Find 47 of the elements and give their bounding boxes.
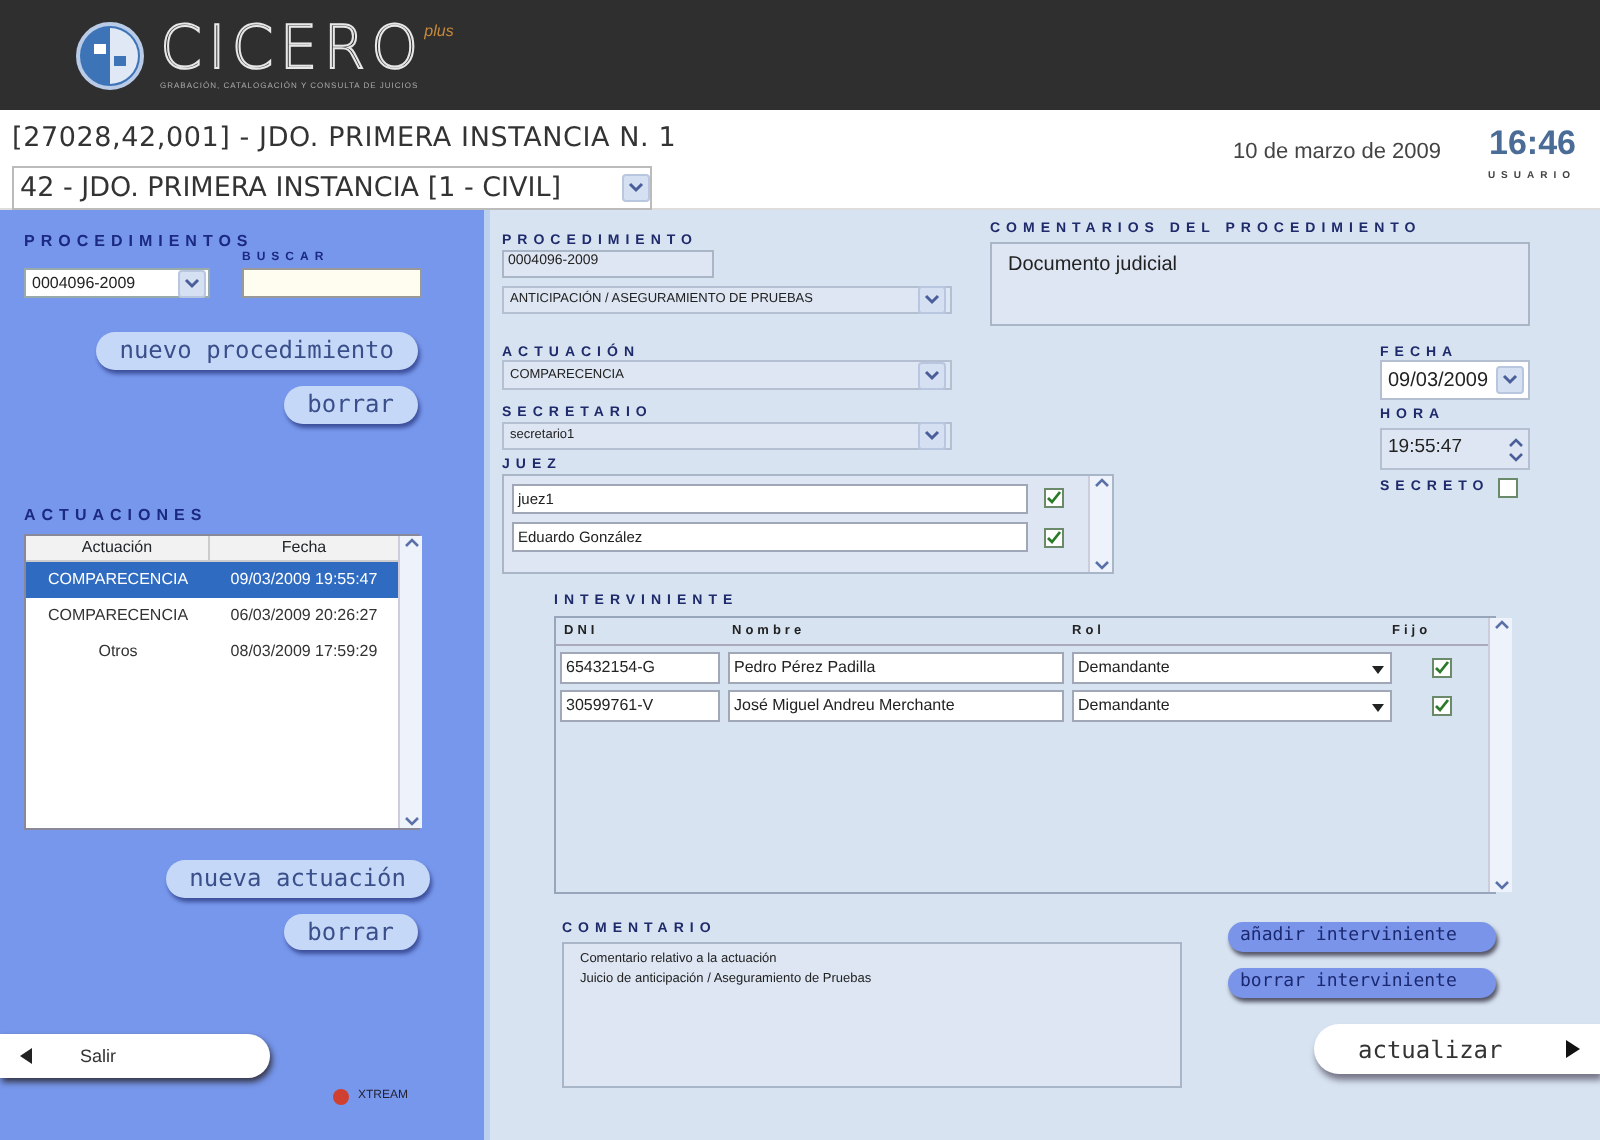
checkbox[interactable] — [1044, 488, 1064, 509]
column-header: Fecha — [279, 535, 329, 560]
add-participant-button[interactable]: añadir interviniente — [1228, 922, 1496, 953]
date-text: 10 de marzo de 2009 — [1233, 138, 1442, 168]
left-arrow-icon — [20, 1048, 32, 1065]
delete-button[interactable]: borrar — [283, 386, 418, 424]
name-field[interactable]: José Miguel Andreu Merchante — [728, 690, 1064, 723]
logo-emblem-icon — [76, 21, 144, 89]
logo-wordmark: CICERO — [160, 19, 425, 79]
role-select[interactable]: Demandante — [1072, 652, 1392, 685]
secret-checkbox[interactable] — [1497, 478, 1518, 499]
dni-field[interactable]: 30599761-V — [560, 690, 720, 723]
scrollbar[interactable] — [1488, 618, 1512, 893]
play-arrow-icon — [1566, 1040, 1580, 1059]
dni-field[interactable]: 65432154-G — [560, 652, 720, 685]
time-spinner[interactable]: 19:55:47 — [1380, 428, 1530, 471]
dropdown-arrow-icon — [1370, 698, 1386, 715]
clock-time: 16:46 — [1489, 122, 1576, 166]
procedure-comments-field[interactable]: Documento judicial — [990, 241, 1530, 326]
delete-participant-button[interactable]: borrar interviniente — [1228, 968, 1496, 999]
scrollbar[interactable] — [1088, 475, 1112, 572]
section-label: PROCEDIMIENTOS — [24, 234, 256, 251]
court-select[interactable]: 42 - JDO. PRIMERA INSTANCIA [1 - CIVIL] — [12, 166, 652, 211]
search-field[interactable] — [242, 268, 422, 299]
new-action-button[interactable]: nueva actuación — [165, 859, 430, 898]
brand-logo-icon — [331, 1088, 350, 1107]
date-select[interactable]: 09/03/2009 — [1380, 360, 1530, 401]
delete-button[interactable]: borrar — [283, 913, 418, 951]
table-row[interactable]: COMPARECENCIA 06/03/2009 20:26:27 — [26, 597, 398, 634]
role-select[interactable]: Demandante — [1072, 690, 1392, 723]
logo-superscript: plus — [424, 19, 454, 43]
name-field[interactable]: Pedro Pérez Padilla — [728, 652, 1064, 685]
checkbox[interactable] — [1432, 696, 1452, 717]
scrollbar[interactable] — [398, 535, 422, 828]
spin-arrows-icon — [1508, 435, 1524, 464]
court-title: [27028,42,001] - JDO. PRIMERA INSTANCIA N. 1 — [12, 120, 677, 158]
table-row[interactable]: COMPARECENCIA 09/03/2009 19:55:47 — [26, 561, 398, 598]
exit-button[interactable]: Salir — [0, 1034, 270, 1079]
checkbox[interactable] — [1044, 527, 1064, 548]
column-header: Actuación — [26, 535, 210, 560]
table-row[interactable]: Otros 08/03/2009 17:59:29 — [26, 633, 398, 670]
update-button[interactable]: actualizar — [1314, 1024, 1600, 1075]
procedure-select[interactable]: 0004096-2009 — [24, 268, 210, 299]
checkbox[interactable] — [1432, 658, 1452, 679]
section-label: ACTUACIONES — [24, 507, 210, 526]
new-procedure-button[interactable]: nuevo procedimiento — [95, 332, 418, 371]
dropdown-arrow-icon — [1370, 660, 1386, 677]
